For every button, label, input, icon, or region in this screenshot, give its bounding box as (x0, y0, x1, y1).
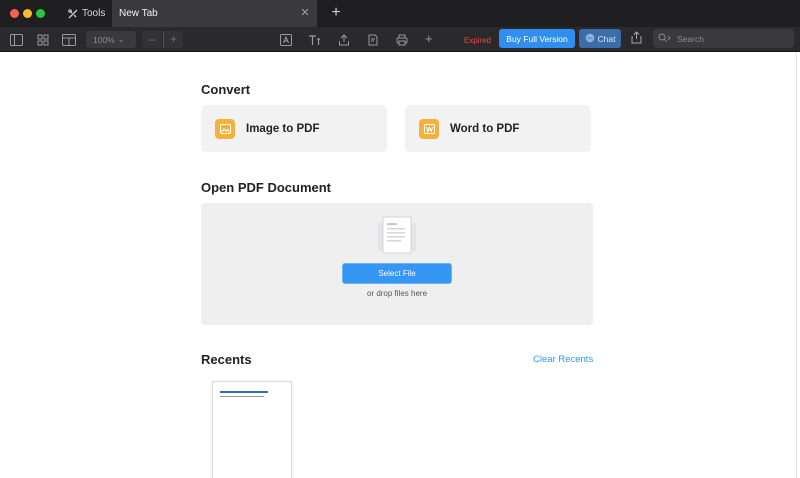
clear-recents-link[interactable]: Clear Recents (533, 354, 593, 365)
document-icon (376, 215, 418, 262)
window-close-button[interactable] (10, 9, 19, 18)
recents-title: Recents (201, 352, 252, 367)
zoom-value: 100% (93, 34, 115, 45)
expired-label: Expired (464, 36, 492, 45)
tab-new-tab-label: New Tab (119, 8, 158, 19)
chat-label: Chat (597, 33, 616, 44)
thumbnail-text (220, 396, 264, 397)
page-layout-icon[interactable] (62, 33, 76, 46)
image-icon (215, 118, 235, 139)
zoom-out-button[interactable]: – (142, 31, 162, 48)
window-maximize-button[interactable] (36, 9, 45, 18)
upload-icon[interactable] (338, 33, 351, 46)
tab-tools-label: Tools (82, 8, 106, 19)
open-pdf-title: Open PDF Document (201, 180, 332, 195)
word-to-pdf-label: Word to PDF (450, 122, 520, 135)
image-to-pdf-card[interactable]: Image to PDF (201, 105, 387, 152)
convert-title: Convert (201, 82, 251, 97)
window-minimize-button[interactable] (23, 9, 32, 18)
new-tab-button[interactable]: + (329, 5, 343, 21)
tab-tools[interactable]: Tools (62, 0, 112, 27)
chat-icon (585, 33, 595, 45)
search-placeholder: Search (677, 33, 704, 44)
buy-full-version-button[interactable]: Buy Full Version (499, 29, 575, 48)
chat-button[interactable]: Chat (579, 29, 621, 48)
scrollbar-track[interactable] (796, 53, 797, 478)
word-icon (419, 118, 439, 139)
zoom-in-button[interactable]: + (163, 31, 183, 48)
title-bar: Tools New Tab ✕ + (0, 0, 800, 27)
zoom-select[interactable]: 100% ⌄ (86, 31, 136, 48)
word-to-pdf-card[interactable]: Word to PDF (405, 105, 591, 152)
chevron-down-icon: ⌄ (117, 35, 125, 44)
select-file-button[interactable]: Select File (342, 263, 452, 284)
tab-new-tab[interactable]: New Tab ✕ (112, 0, 317, 27)
file-drop-zone[interactable]: Select File or drop files here (201, 203, 593, 325)
thumbnail-heading (220, 391, 268, 393)
grid-view-icon[interactable] (37, 33, 50, 46)
edit-document-icon[interactable] (367, 33, 380, 46)
text-tool-icon[interactable] (308, 33, 321, 45)
print-icon[interactable] (396, 33, 409, 46)
share-icon[interactable] (631, 31, 642, 49)
image-to-pdf-label: Image to PDF (246, 122, 320, 135)
close-icon[interactable]: ✕ (300, 8, 310, 19)
search-input[interactable]: Search (653, 29, 794, 48)
drop-hint: or drop files here (366, 289, 428, 298)
sidebar-toggle-icon[interactable] (10, 33, 23, 46)
search-icon (658, 33, 672, 45)
tools-icon (68, 8, 78, 19)
text-box-icon[interactable] (280, 33, 293, 46)
recent-document-thumbnail[interactable] (212, 381, 292, 478)
add-button[interactable]: + (425, 32, 438, 45)
